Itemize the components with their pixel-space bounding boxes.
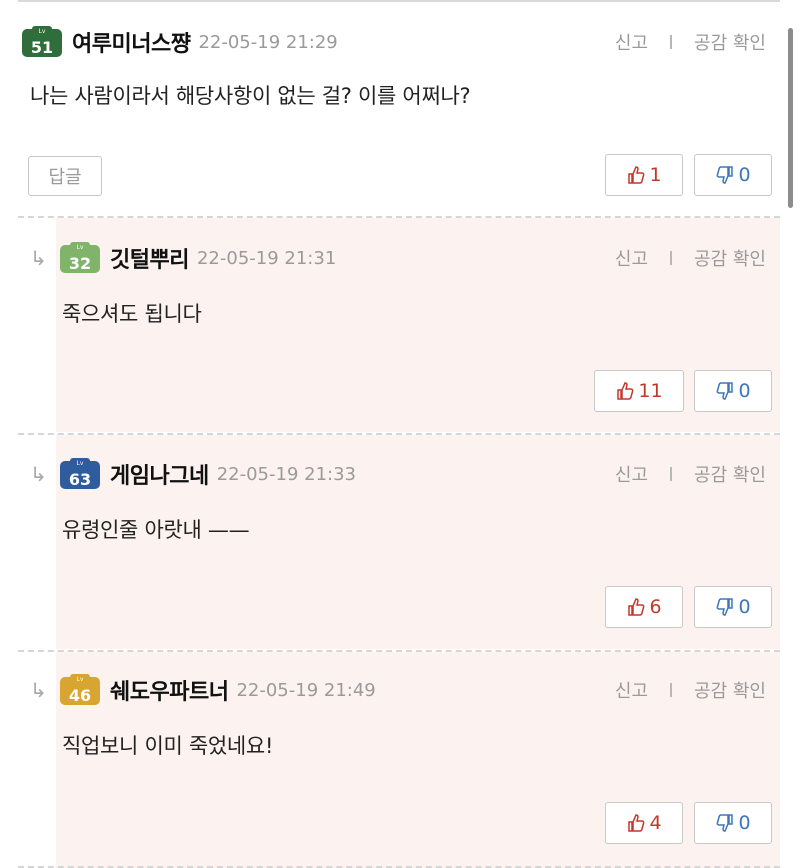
reply-arrow-icon: ↳ (30, 246, 47, 270)
comment-date: 22-05-19 21:49 (236, 679, 376, 701)
level-badge-icon: Lv 63 (56, 457, 104, 491)
downvote-count: 0 (738, 812, 751, 834)
downvote-count: 0 (738, 380, 751, 402)
downvote-button[interactable]: 0 (694, 154, 772, 196)
comment-item: Lv 51 여루미너스쨩 22-05-19 21:29 신고 공감 확인 나는 … (18, 0, 780, 215)
comment-list: Lv 51 여루미너스쨩 22-05-19 21:29 신고 공감 확인 나는 … (0, 0, 800, 868)
comment-text: 죽으셔도 됩니다 (62, 302, 202, 326)
nickname[interactable]: 깃털뿌리 (110, 242, 189, 274)
reply-button[interactable]: 답글 (28, 156, 102, 196)
svg-text:Lv: Lv (77, 676, 84, 683)
svg-text:63: 63 (69, 470, 91, 489)
upvote-button[interactable]: 1 (605, 154, 683, 196)
report-link[interactable]: 신고 (615, 461, 648, 487)
comment-date: 22-05-19 21:31 (196, 247, 337, 269)
action-separator (670, 35, 673, 49)
report-link[interactable]: 신고 (615, 677, 648, 703)
level-badge-icon: Lv 46 (56, 673, 104, 707)
comment-date: 22-05-19 21:29 (198, 31, 338, 53)
action-separator (670, 467, 673, 481)
svg-text:Lv: Lv (39, 28, 46, 35)
comment-text: 나는 사람이라서 해당사항이 없는 걸? 이를 어쩌나? (30, 84, 471, 108)
upvote-count: 4 (649, 812, 662, 834)
likes-check-link[interactable]: 공감 확인 (694, 245, 766, 271)
nickname[interactable]: 게임나그네 (110, 458, 209, 490)
comment-text: 유령인줄 아랏내 —— (62, 518, 250, 542)
reply-item: Lv 63 게임나그네 22-05-19 21:33 신고 공감 확인 유령인줄… (56, 435, 780, 649)
downvote-count: 0 (738, 164, 751, 186)
thumbs-up-icon (628, 814, 645, 832)
svg-text:46: 46 (69, 686, 91, 705)
downvote-count: 0 (738, 596, 751, 618)
reply-item: Lv 32 깃털뿌리 22-05-19 21:31 신고 공감 확인 죽으셔도 … (56, 218, 780, 432)
reply-item: Lv 46 쉐도우파트너 22-05-19 21:49 신고 공감 확인 직업보… (56, 652, 780, 868)
thumbs-down-icon (717, 814, 734, 832)
level-badge-icon: Lv 32 (56, 241, 104, 275)
report-link[interactable]: 신고 (615, 245, 648, 271)
nickname[interactable]: 쉐도우파트너 (110, 674, 229, 706)
upvote-button[interactable]: 6 (605, 586, 683, 628)
thumbs-up-icon (617, 382, 634, 400)
likes-check-link[interactable]: 공감 확인 (694, 461, 766, 487)
upvote-button[interactable]: 4 (605, 802, 683, 844)
reply-arrow-icon: ↳ (30, 678, 47, 702)
upvote-button[interactable]: 11 (594, 370, 684, 412)
action-separator (670, 683, 673, 697)
reply-arrow-icon: ↳ (30, 462, 47, 486)
likes-check-link[interactable]: 공감 확인 (694, 29, 766, 55)
level-badge-icon: Lv 51 (18, 25, 66, 59)
thumbs-down-icon (717, 166, 734, 184)
thumbs-down-icon (717, 598, 734, 616)
action-separator (670, 251, 673, 265)
likes-check-link[interactable]: 공감 확인 (694, 677, 766, 703)
downvote-button[interactable]: 0 (694, 802, 772, 844)
thumbs-down-icon (717, 382, 734, 400)
scrollbar[interactable] (788, 28, 793, 208)
comment-date: 22-05-19 21:33 (216, 463, 357, 485)
upvote-count: 11 (638, 380, 663, 402)
upvote-count: 1 (649, 164, 662, 186)
comment-text: 직업보니 이미 죽었네요! (62, 734, 274, 758)
downvote-button[interactable]: 0 (694, 370, 772, 412)
svg-text:51: 51 (31, 38, 53, 57)
thumbs-up-icon (628, 166, 645, 184)
report-link[interactable]: 신고 (615, 29, 648, 55)
svg-text:Lv: Lv (77, 460, 84, 467)
upvote-count: 6 (649, 596, 662, 618)
downvote-button[interactable]: 0 (694, 586, 772, 628)
svg-text:32: 32 (69, 254, 91, 273)
svg-text:Lv: Lv (77, 244, 84, 251)
nickname[interactable]: 여루미너스쨩 (72, 26, 191, 58)
thumbs-up-icon (628, 598, 645, 616)
